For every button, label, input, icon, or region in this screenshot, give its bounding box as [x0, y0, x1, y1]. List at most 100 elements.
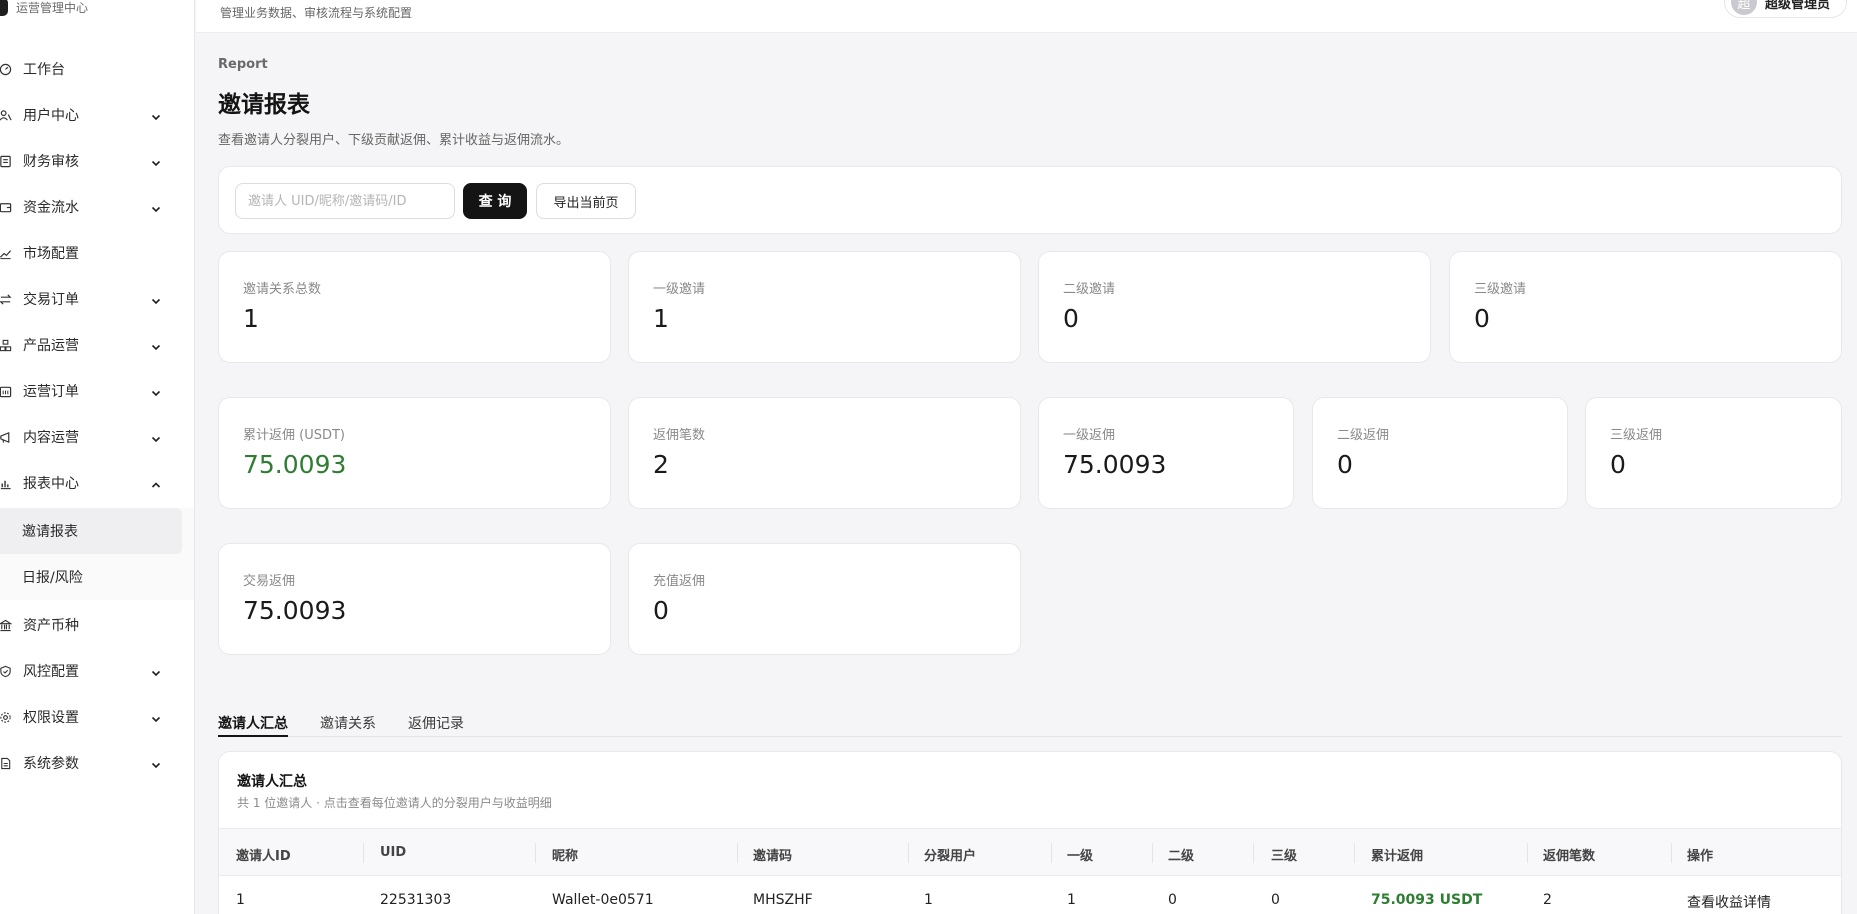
chevron-down-icon — [150, 756, 164, 770]
sidebar-item-market-config[interactable]: 市场配置 — [0, 230, 194, 276]
sidebar-subitem-invite-report[interactable]: 邀请报表 — [0, 508, 182, 554]
stat-value: 75.0093 — [1063, 450, 1167, 479]
stat-value: 0 — [1610, 450, 1626, 479]
chevron-down-icon — [150, 154, 164, 168]
cell-inviter-id: 1 — [236, 892, 245, 908]
sidebar-item-trade-orders[interactable]: 交易订单 — [0, 276, 194, 322]
column-header: 操作 — [1687, 849, 1714, 864]
table-subtitle: 共 1 位邀请人 · 点击查看每位邀请人的分裂用户与收益明细 — [237, 796, 552, 810]
chevron-down-icon — [150, 338, 164, 352]
sidebar-item-users[interactable]: 用户中心 — [0, 92, 194, 138]
tab-inviter-summary[interactable]: 邀请人汇总 — [218, 713, 288, 737]
sidebar-item-label: 交易订单 — [23, 292, 79, 308]
table-header: 邀请人ID UID 昵称 邀请码 分裂用户 一级 二级 三级 累计返佣 返佣笔数… — [219, 828, 1841, 876]
calendar-icon — [0, 384, 12, 398]
cell-level2: 0 — [1168, 892, 1177, 908]
stat-label: 二级返佣 — [1337, 428, 1390, 443]
gear-icon — [0, 710, 12, 724]
tab-commission-records[interactable]: 返佣记录 — [408, 713, 464, 737]
top-bar: 管理业务数据、审核流程与系统配置 超 超级管理员 — [196, 0, 1857, 33]
cell-uid: 22531303 — [380, 892, 452, 908]
trend-icon — [0, 246, 12, 260]
sidebar-item-reports[interactable]: 报表中心 — [0, 460, 194, 506]
sidebar-item-asset-currency[interactable]: 资产币种 — [0, 602, 194, 648]
stat-label: 三级返佣 — [1610, 428, 1663, 443]
stat-card-level1-commission: 一级返佣 75.0093 — [1038, 397, 1294, 509]
brand: 运营管理中心 — [0, 0, 88, 20]
sidebar-item-finance-audit[interactable]: 财务审核 — [0, 138, 194, 184]
column-divider — [1527, 843, 1528, 863]
chevron-up-icon — [150, 476, 164, 490]
sidebar-item-label: 市场配置 — [23, 246, 79, 262]
document-icon — [0, 756, 12, 770]
chevron-down-icon — [150, 200, 164, 214]
column-header: UID — [380, 845, 407, 860]
cell-split-users: 1 — [924, 892, 933, 908]
stat-value: 75.0093 — [243, 450, 347, 479]
sidebar-item-label: 运营订单 — [23, 384, 79, 400]
query-button[interactable]: 查 询 — [463, 183, 527, 219]
sidebar-subitem-daily-risk[interactable]: 日报/风险 — [0, 554, 194, 600]
stat-label: 三级邀请 — [1474, 282, 1527, 297]
sidebar-item-dashboard[interactable]: 工作台 — [0, 46, 194, 92]
filter-card: 查 询 导出当前页 — [218, 166, 1842, 234]
column-header: 累计返佣 — [1371, 849, 1424, 864]
brand-logo — [0, 0, 8, 16]
view-earnings-detail-link[interactable]: 查看收益详情 — [1687, 892, 1771, 912]
brand-subtitle: 运营管理中心 — [16, 0, 89, 15]
search-input[interactable] — [235, 183, 455, 219]
tab-bar: 邀请人汇总 邀请关系 返佣记录 — [218, 701, 1842, 737]
cell-level3: 0 — [1271, 892, 1280, 908]
stat-card-level2-invite: 二级邀请 0 — [1038, 251, 1431, 363]
stat-card-total-commission: 累计返佣 (USDT) 75.0093 — [218, 397, 611, 509]
product-icon — [0, 338, 12, 352]
table-row: 1 22531303 Wallet-0e0571 MHSZHF 1 1 0 0 … — [219, 876, 1841, 914]
avatar: 超 — [1730, 0, 1757, 15]
stat-label: 邀请关系总数 — [243, 282, 322, 297]
stat-label: 累计返佣 (USDT) — [243, 428, 345, 443]
stat-value: 1 — [243, 304, 259, 333]
stat-value: 75.0093 — [243, 596, 347, 625]
column-header: 二级 — [1168, 849, 1195, 864]
export-button[interactable]: 导出当前页 — [536, 183, 636, 219]
stat-card-level3-invite: 三级邀请 0 — [1449, 251, 1842, 363]
stat-card-commission-count: 返佣笔数 2 — [628, 397, 1021, 509]
sidebar-item-fund-flow[interactable]: 资金流水 — [0, 184, 194, 230]
sidebar-item-permissions[interactable]: 权限设置 — [0, 694, 194, 740]
sidebar-item-ops-orders[interactable]: 运营订单 — [0, 368, 194, 414]
chevron-down-icon — [150, 710, 164, 724]
stat-card-level2-commission: 二级返佣 0 — [1312, 397, 1568, 509]
sidebar-item-content-ops[interactable]: 内容运营 — [0, 414, 194, 460]
sidebar-item-label: 风控配置 — [23, 664, 79, 680]
header-subtitle: 管理业务数据、审核流程与系统配置 — [220, 6, 413, 20]
chevron-down-icon — [150, 108, 164, 122]
cell-level1: 1 — [1067, 892, 1076, 908]
sidebar-item-product-ops[interactable]: 产品运营 — [0, 322, 194, 368]
sidebar: 运营管理中心 工作台 用户中心 财务审核 资金流水 市场配置 交易订单 产品运营… — [0, 0, 195, 914]
sidebar-item-label: 内容运营 — [23, 430, 79, 446]
column-divider — [363, 843, 364, 863]
table-title: 邀请人汇总 — [237, 774, 307, 790]
stat-label: 交易返佣 — [243, 574, 296, 589]
column-header: 邀请人ID — [236, 849, 291, 864]
stat-label: 一级邀请 — [653, 282, 706, 297]
stat-card-level1-invite: 一级邀请 1 — [628, 251, 1021, 363]
column-divider — [1671, 843, 1672, 863]
tab-invite-relations[interactable]: 邀请关系 — [320, 713, 376, 737]
column-header: 一级 — [1067, 849, 1094, 864]
column-divider — [1354, 843, 1355, 863]
stat-value: 0 — [653, 596, 669, 625]
sidebar-item-label: 资产币种 — [23, 618, 79, 634]
stat-card-deposit-commission: 充值返佣 0 — [628, 543, 1021, 655]
sidebar-item-label: 权限设置 — [23, 710, 79, 726]
chevron-down-icon — [150, 384, 164, 398]
cell-commission-count: 2 — [1543, 892, 1552, 908]
sidebar-item-label: 系统参数 — [23, 756, 79, 772]
user-menu-button[interactable]: 超 超级管理员 — [1723, 0, 1847, 18]
stat-card-trade-commission: 交易返佣 75.0093 — [218, 543, 611, 655]
stat-label: 一级返佣 — [1063, 428, 1116, 443]
column-header: 三级 — [1271, 849, 1298, 864]
sidebar-item-system-params[interactable]: 系统参数 — [0, 740, 194, 786]
sidebar-item-label: 用户中心 — [23, 108, 79, 124]
sidebar-item-risk-config[interactable]: 风控配置 — [0, 648, 194, 694]
